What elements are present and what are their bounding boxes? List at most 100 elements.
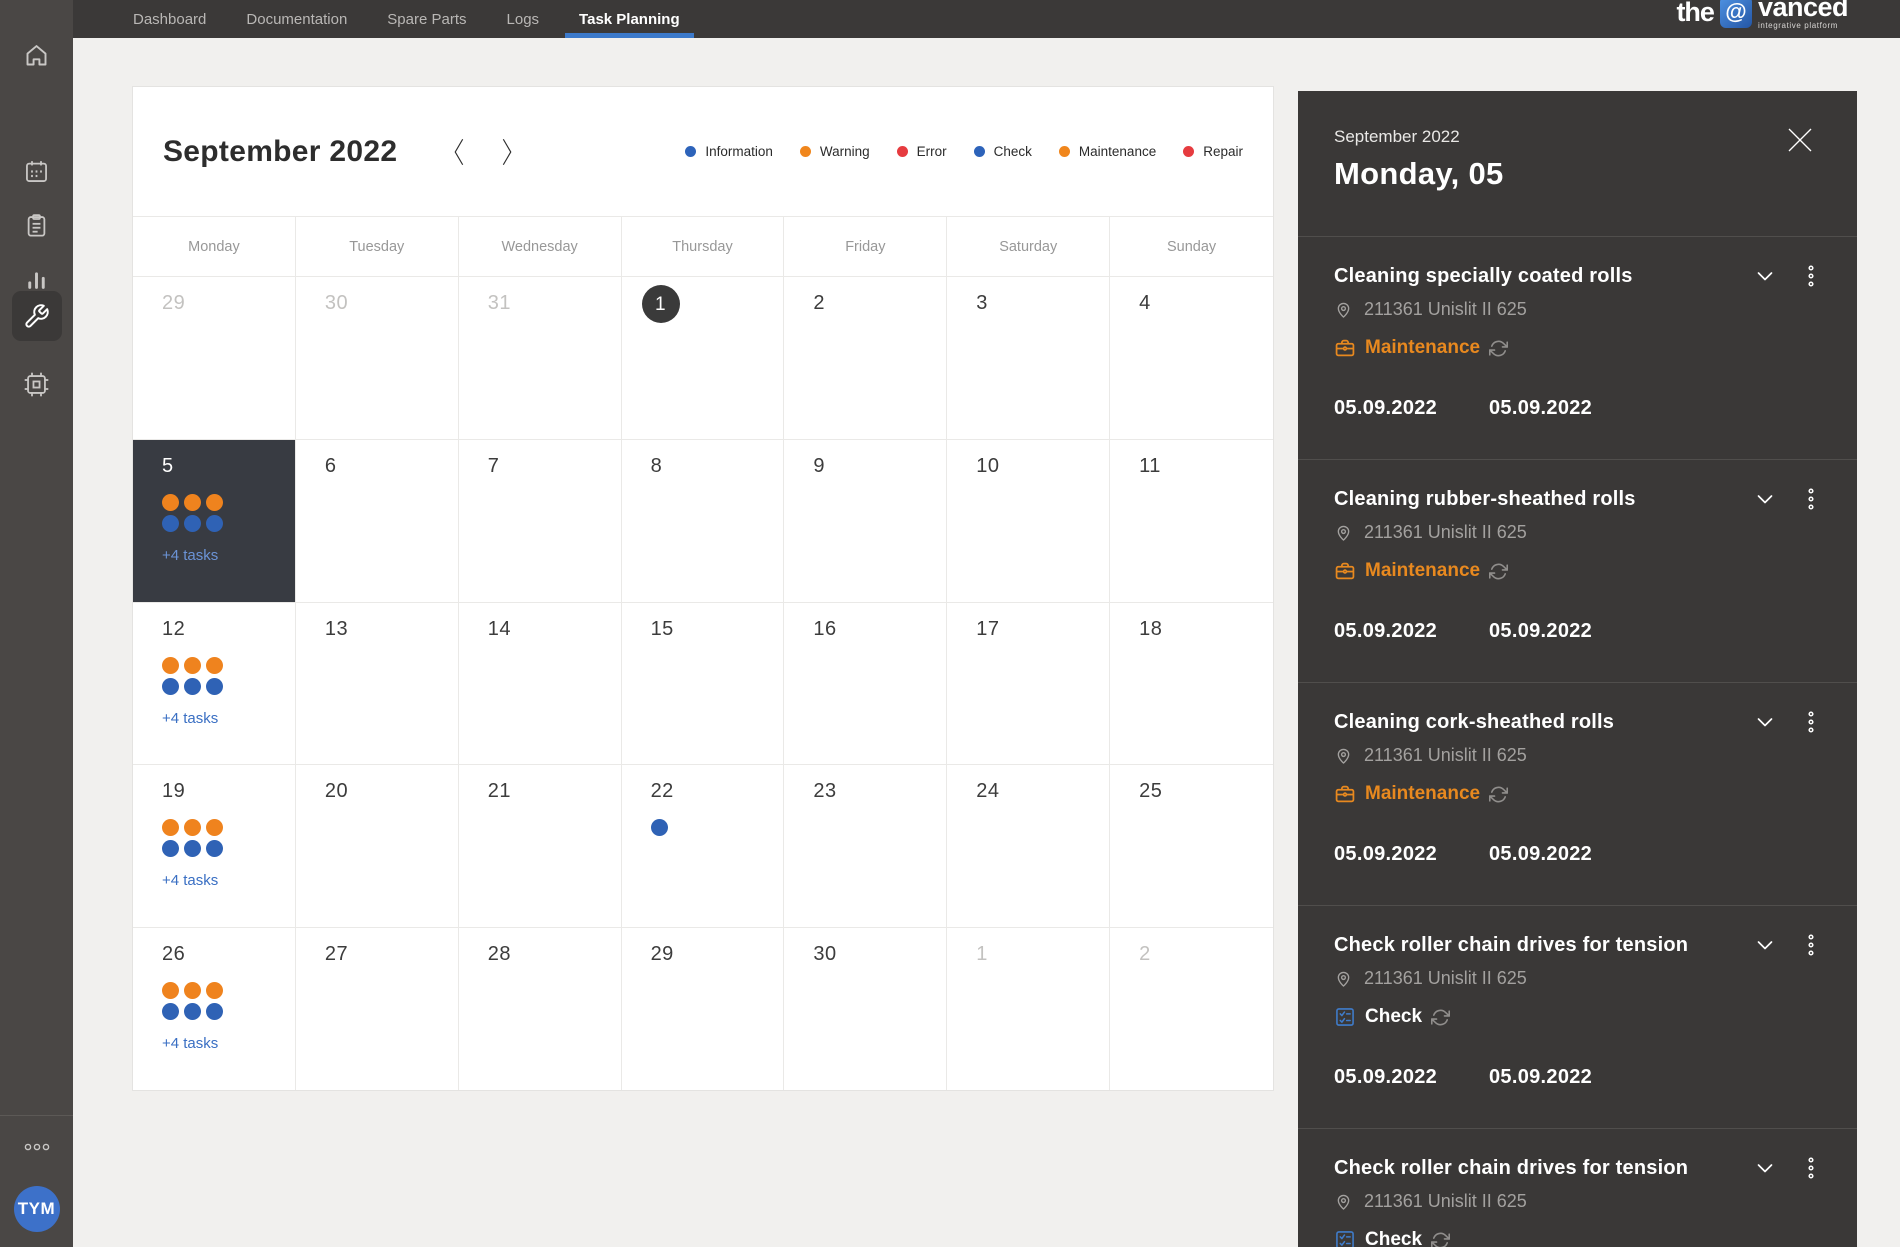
calendar-day-cell-1[interactable]: 1 — [947, 928, 1110, 1090]
close-panel-button[interactable] — [1783, 123, 1817, 157]
expand-task-button[interactable] — [1753, 710, 1777, 734]
calendar-day-cell-25[interactable]: 25 — [1110, 765, 1273, 927]
calendar-day-cell-24[interactable]: 24 — [947, 765, 1110, 927]
next-month-button[interactable] — [496, 135, 517, 169]
user-avatar[interactable]: TYM — [14, 1186, 60, 1232]
task-card: Cleaning cork-sheathed rolls 211361 Unis… — [1298, 683, 1857, 906]
sidebar-item-system[interactable] — [12, 359, 62, 409]
task-menu-button[interactable] — [1801, 487, 1821, 511]
calendar-day-cell-21[interactable]: 21 — [459, 765, 622, 927]
calendar-day-cell-2[interactable]: 2 — [1110, 928, 1273, 1090]
more-tasks-link[interactable]: +4 tasks — [162, 1035, 295, 1052]
kebab-icon — [1801, 933, 1821, 957]
task-dot-blue — [162, 1003, 179, 1020]
calendar-day-cell-27[interactable]: 27 — [296, 928, 459, 1090]
calendar-day-cell-2[interactable]: 2 — [784, 277, 947, 439]
task-dot-orange — [162, 819, 179, 836]
day-number: 22 — [651, 781, 674, 801]
day-number: 13 — [325, 619, 348, 639]
task-card: Cleaning specially coated rolls 211361 U… — [1298, 237, 1857, 460]
tab-logs[interactable]: Logs — [487, 0, 560, 38]
tab-dashboard[interactable]: Dashboard — [113, 0, 226, 38]
calendar-day-cell-6[interactable]: 6 — [296, 440, 459, 602]
calendar-day-cell-7[interactable]: 7 — [459, 440, 622, 602]
task-menu-button[interactable] — [1801, 1156, 1821, 1180]
day-number: 17 — [976, 619, 999, 639]
calendar-day-cell-17[interactable]: 17 — [947, 603, 1110, 765]
calendar-day-cell-29[interactable]: 29 — [133, 277, 296, 439]
sidebar-item-logs[interactable] — [12, 200, 62, 250]
task-dot-orange — [162, 494, 179, 511]
calendar-day-cell-8[interactable]: 8 — [622, 440, 785, 602]
calendar-day-cell-13[interactable]: 13 — [296, 603, 459, 765]
day-number: 16 — [813, 619, 836, 639]
sidebar-item-home[interactable] — [12, 30, 62, 80]
legend-dot-icon — [897, 146, 908, 157]
expand-task-button[interactable] — [1753, 487, 1777, 511]
task-dot-blue — [651, 819, 668, 836]
day-number: 25 — [1139, 781, 1162, 801]
home-icon — [23, 42, 50, 69]
task-dot-blue — [206, 840, 223, 857]
more-tasks-link[interactable]: +4 tasks — [162, 710, 295, 727]
check-square-icon — [1334, 1229, 1356, 1247]
calendar-day-cell-30[interactable]: 30 — [784, 928, 947, 1090]
day-number: 7 — [488, 456, 500, 476]
sync-icon — [1489, 785, 1508, 804]
calendar-day-cell-15[interactable]: 15 — [622, 603, 785, 765]
calendar-day-cell-26[interactable]: 26+4 tasks — [133, 928, 296, 1090]
calendar-day-cell-30[interactable]: 30 — [296, 277, 459, 439]
calendar-day-cell-14[interactable]: 14 — [459, 603, 622, 765]
expand-task-button[interactable] — [1753, 933, 1777, 957]
calendar-day-cell-5[interactable]: 5 +4 tasks — [133, 440, 296, 602]
calendar-day-cell-4[interactable]: 4 — [1110, 277, 1273, 439]
previous-month-button[interactable] — [449, 135, 470, 169]
day-number: 28 — [488, 944, 511, 964]
calendar-day-cell-16[interactable]: 16 — [784, 603, 947, 765]
task-dot-orange — [206, 819, 223, 836]
logo-text-the: the — [1676, 0, 1714, 28]
calendar-day-cell-28[interactable]: 28 — [459, 928, 622, 1090]
more-tasks-link[interactable]: +4 tasks — [162, 872, 295, 889]
sidebar-item-maintenance[interactable] — [12, 291, 62, 341]
calendar-day-cell-20[interactable]: 20 — [296, 765, 459, 927]
weekday-header-row: MondayTuesdayWednesdayThursdayFridaySatu… — [133, 216, 1273, 276]
task-end-date: 05.09.2022 — [1489, 620, 1592, 643]
task-category-label: Check — [1365, 1006, 1422, 1028]
day-number: 23 — [813, 781, 836, 801]
more-tasks-link[interactable]: +4 tasks — [162, 547, 295, 564]
chevron-right-icon — [498, 137, 515, 167]
legend-dot-icon — [1183, 146, 1194, 157]
legend-dot-icon — [974, 146, 985, 157]
task-category-label: Check — [1365, 1229, 1422, 1247]
calendar-day-cell-18[interactable]: 18 — [1110, 603, 1273, 765]
calendar-day-cell-23[interactable]: 23 — [784, 765, 947, 927]
day-number: 5 — [162, 456, 174, 476]
calendar-day-cell-11[interactable]: 11 — [1110, 440, 1273, 602]
task-menu-button[interactable] — [1801, 710, 1821, 734]
day-number: 1 — [642, 285, 680, 323]
tab-spare-parts[interactable]: Spare Parts — [367, 0, 486, 38]
calendar-day-cell-9[interactable]: 9 — [784, 440, 947, 602]
expand-task-button[interactable] — [1753, 1156, 1777, 1180]
expand-task-button[interactable] — [1753, 264, 1777, 288]
task-menu-button[interactable] — [1801, 264, 1821, 288]
topbar-tabs: DashboardDocumentationSpare PartsLogsTas… — [113, 0, 1900, 38]
calendar-day-cell-10[interactable]: 10 — [947, 440, 1110, 602]
task-location: 211361 Unislit II 625 — [1334, 968, 1821, 989]
calendar-day-cell-22[interactable]: 22 — [622, 765, 785, 927]
calendar-day-cell-29[interactable]: 29 — [622, 928, 785, 1090]
sidebar-more-button[interactable] — [22, 1140, 52, 1154]
task-menu-button[interactable] — [1801, 933, 1821, 957]
calendar-day-cell-31[interactable]: 31 — [459, 277, 622, 439]
calendar-day-cell-19[interactable]: 19+4 tasks — [133, 765, 296, 927]
sidebar-item-calendar[interactable] — [12, 146, 62, 196]
weekday-header-saturday: Saturday — [947, 217, 1110, 276]
calendar-day-cell-12[interactable]: 12+4 tasks — [133, 603, 296, 765]
tab-task-planning[interactable]: Task Planning — [559, 0, 700, 38]
weekday-header-sunday: Sunday — [1110, 217, 1273, 276]
panel-month-label: September 2022 — [1334, 127, 1821, 147]
tab-documentation[interactable]: Documentation — [226, 0, 367, 38]
calendar-day-cell-1[interactable]: 1 — [622, 277, 785, 439]
calendar-day-cell-3[interactable]: 3 — [947, 277, 1110, 439]
